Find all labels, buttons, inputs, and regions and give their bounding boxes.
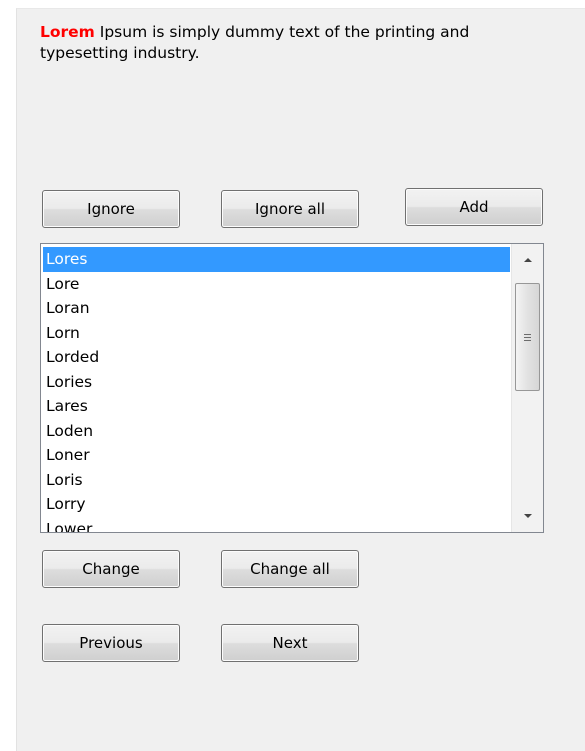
previous-button[interactable]: Previous: [42, 624, 180, 662]
suggestion-item[interactable]: Lorn: [43, 321, 510, 346]
scroll-up-button[interactable]: [512, 244, 543, 276]
scroll-down-button[interactable]: [512, 500, 543, 532]
triangle-up-icon: [523, 258, 532, 262]
ignore-all-button[interactable]: Ignore all: [221, 190, 359, 228]
ignore-button[interactable]: Ignore: [42, 190, 180, 228]
suggestion-item[interactable]: Lares: [43, 394, 510, 419]
suggestion-item[interactable]: Lories: [43, 370, 510, 395]
misspelled-word: Lorem: [40, 23, 95, 41]
suggestion-item[interactable]: Lore: [43, 272, 510, 297]
suggestion-item[interactable]: Lores: [43, 247, 510, 272]
suggestions-list: Lores Lore Loran Lorn Lorded Lories Lares Loden…: [43, 247, 510, 533]
suggestion-item[interactable]: Lorded: [43, 345, 510, 370]
suggestion-item[interactable]: Loris: [43, 468, 510, 493]
scrollbar-thumb[interactable]: [515, 283, 540, 391]
change-all-button[interactable]: Change all: [221, 550, 359, 588]
suggestion-item[interactable]: Lower: [43, 517, 510, 533]
vertical-scrollbar[interactable]: [511, 244, 543, 532]
context-sentence: Ipsum is simply dummy text of the printi…: [40, 23, 470, 62]
spelling-context-text: Lorem Ipsum is simply dummy text of the …: [40, 22, 560, 64]
grip-lines-icon: [524, 333, 531, 341]
add-button[interactable]: Add: [405, 188, 543, 226]
suggestion-item[interactable]: Lorry: [43, 492, 510, 517]
triangle-down-icon: [523, 514, 532, 518]
suggestion-item[interactable]: Loner: [43, 443, 510, 468]
suggestion-item[interactable]: Loden: [43, 419, 510, 444]
next-button[interactable]: Next: [221, 624, 359, 662]
suggestions-listbox[interactable]: Lores Lore Loran Lorn Lorded Lories Lares Loden…: [40, 243, 544, 533]
change-button[interactable]: Change: [42, 550, 180, 588]
suggestion-item[interactable]: Loran: [43, 296, 510, 321]
